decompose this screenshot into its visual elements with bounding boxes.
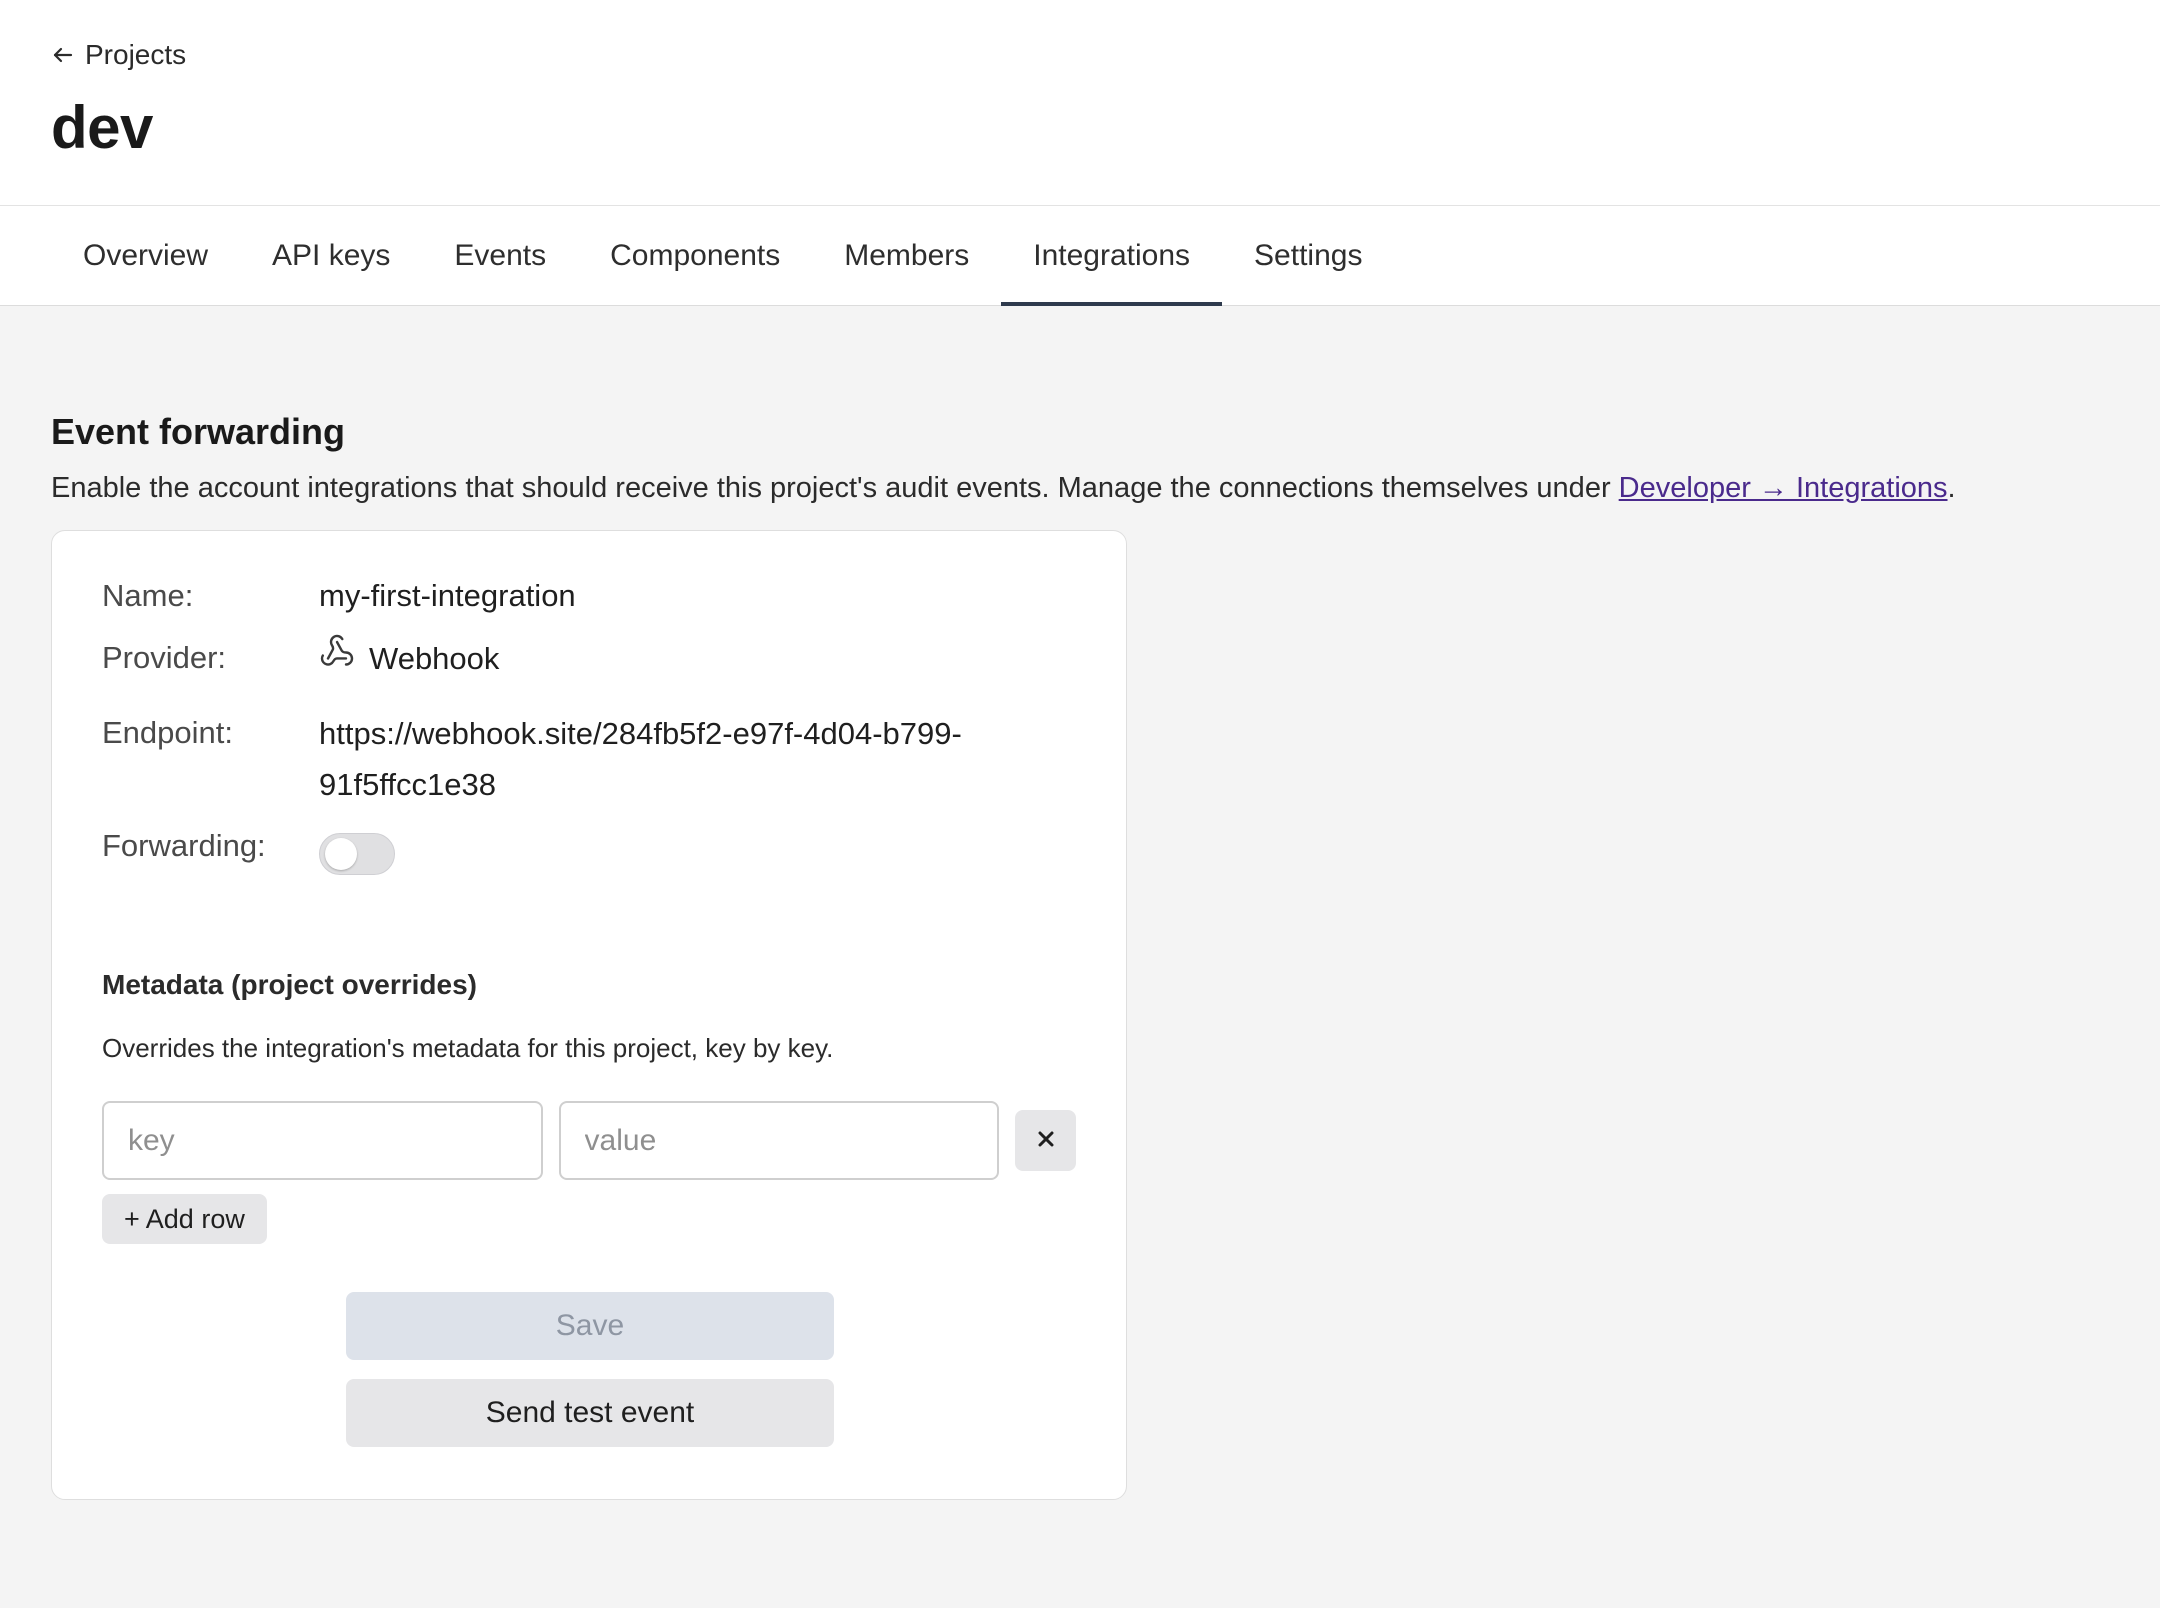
provider-row: Provider: Webhook bbox=[102, 633, 1076, 704]
tab-integrations[interactable]: Integrations bbox=[1001, 206, 1222, 306]
project-tabs: Overview API keys Events Components Memb… bbox=[0, 206, 2160, 306]
endpoint-value: https://webhook.site/284fb5f2-e97f-4d04-… bbox=[319, 716, 962, 802]
card-actions: Save Send test event bbox=[346, 1292, 834, 1447]
section-title: Event forwarding bbox=[51, 411, 346, 452]
forwarding-toggle[interactable] bbox=[319, 833, 395, 875]
name-label: Name: bbox=[102, 578, 194, 613]
metadata-row bbox=[102, 1101, 1076, 1180]
section-description-text: Enable the account integrations that sho… bbox=[51, 472, 1619, 504]
send-test-event-button[interactable]: Send test event bbox=[346, 1379, 834, 1447]
tab-settings[interactable]: Settings bbox=[1222, 206, 1394, 305]
name-value: my-first-integration bbox=[319, 578, 576, 613]
close-icon bbox=[1036, 1129, 1056, 1152]
metadata-title: Metadata (project overrides) bbox=[102, 969, 477, 1000]
section-description-suffix: . bbox=[1947, 472, 1956, 504]
save-button[interactable]: Save bbox=[346, 1292, 834, 1360]
page-header: Projects dev bbox=[0, 0, 2160, 206]
toggle-knob bbox=[325, 838, 357, 870]
webhook-icon bbox=[319, 633, 355, 684]
arrow-left-icon bbox=[51, 43, 75, 67]
name-row: Name: my-first-integration bbox=[102, 571, 1076, 633]
tab-overview[interactable]: Overview bbox=[51, 206, 240, 305]
provider-value-wrap: Webhook bbox=[319, 633, 499, 684]
forwarding-label: Forwarding: bbox=[102, 828, 266, 863]
main-content: Event forwarding Enable the account inte… bbox=[0, 410, 2160, 1500]
metadata-value-input[interactable] bbox=[558, 1101, 1000, 1180]
tab-members[interactable]: Members bbox=[812, 206, 1001, 305]
remove-row-button[interactable] bbox=[1015, 1110, 1076, 1171]
provider-value: Webhook bbox=[369, 640, 500, 676]
tab-components[interactable]: Components bbox=[578, 206, 812, 305]
back-to-projects-link[interactable]: Projects bbox=[51, 38, 2109, 72]
tab-events[interactable]: Events bbox=[422, 206, 578, 305]
developer-integrations-link[interactable]: Developer → Integrations bbox=[1619, 472, 1948, 504]
add-row-button[interactable]: + Add row bbox=[102, 1194, 267, 1244]
metadata-key-input[interactable] bbox=[102, 1101, 543, 1180]
metadata-description: Overrides the integration's metadata for… bbox=[102, 1033, 834, 1063]
endpoint-row: Endpoint: https://webhook.site/284fb5f2-… bbox=[102, 704, 1076, 821]
integration-card: Name: my-first-integration Provider: Web… bbox=[51, 530, 1127, 1500]
back-link-label: Projects bbox=[85, 39, 187, 70]
section-description: Enable the account integrations that sho… bbox=[51, 468, 2109, 508]
provider-label: Provider: bbox=[102, 640, 227, 675]
page-title: dev bbox=[51, 94, 153, 161]
forwarding-row: Forwarding: bbox=[102, 821, 1076, 911]
endpoint-label: Endpoint: bbox=[102, 715, 233, 750]
tab-api-keys[interactable]: API keys bbox=[240, 206, 422, 305]
